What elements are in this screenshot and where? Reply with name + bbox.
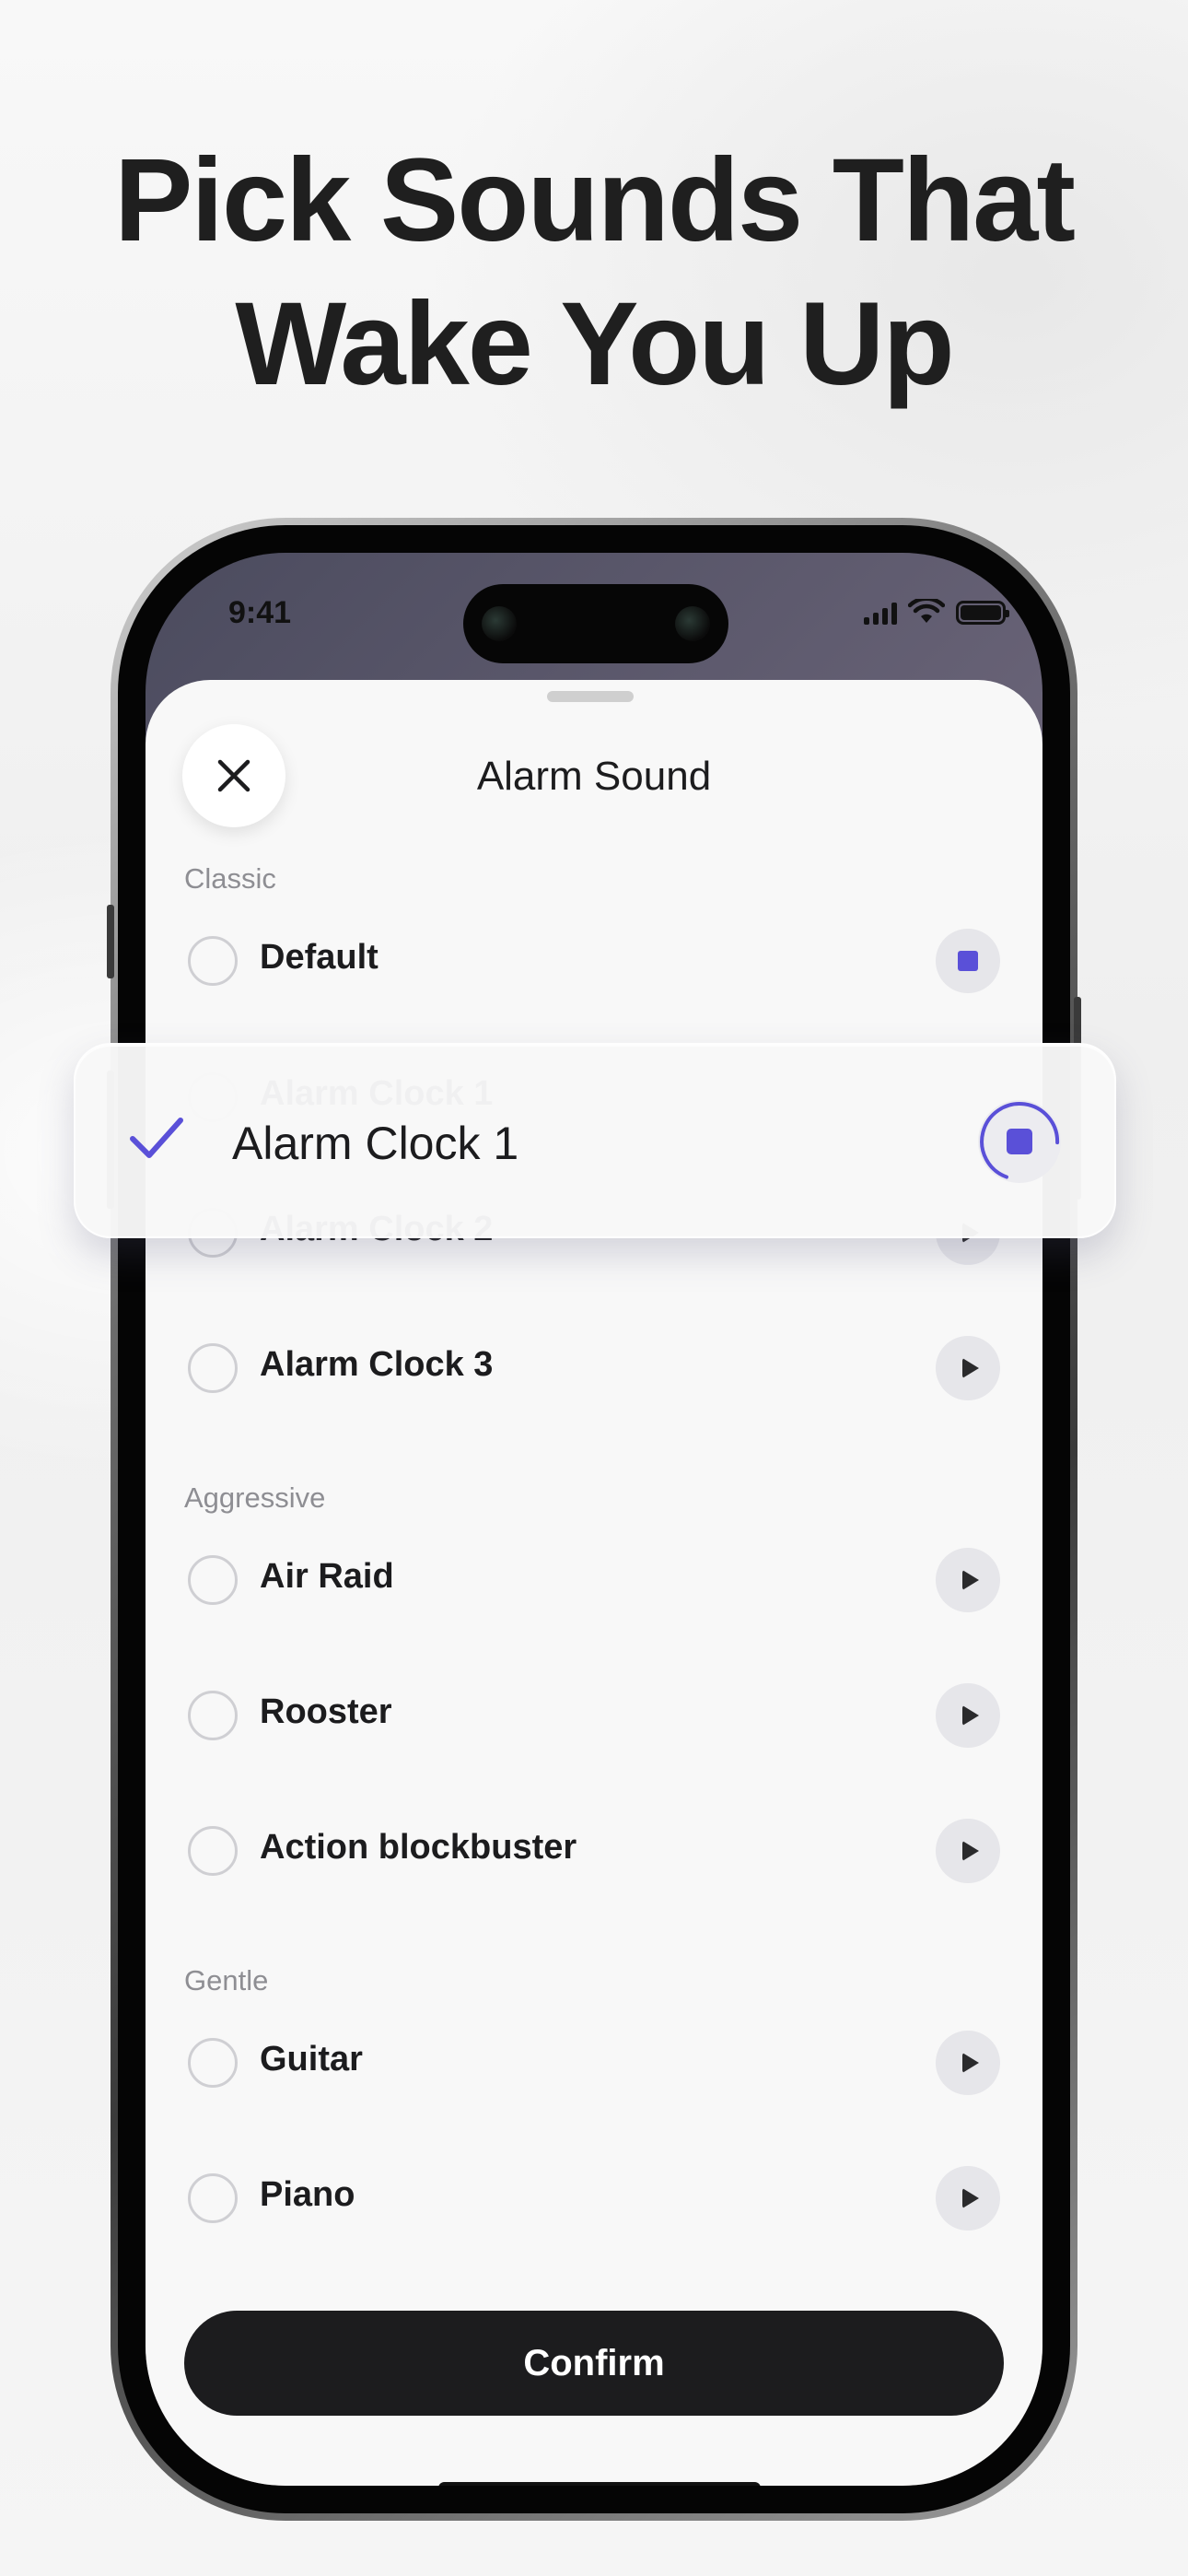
home-indicator[interactable]	[438, 2482, 761, 2486]
phone-bezel: 9:41 Alarm Sound Classic Default Alarm C…	[118, 525, 1070, 2513]
battery-icon	[956, 601, 1009, 625]
alarm-sound-sheet: Alarm Sound Classic Default Alarm Clock …	[146, 680, 1042, 2486]
cellular-signal-icon	[864, 603, 897, 625]
play-button[interactable]	[936, 2166, 1000, 2231]
sound-label: Action blockbuster	[260, 1828, 577, 1867]
camera-icon	[482, 606, 517, 641]
radio-button[interactable]	[188, 936, 238, 986]
confirm-button[interactable]: Confirm	[184, 2311, 1004, 2416]
headline-line-1: Pick Sounds That	[114, 135, 1076, 266]
play-icon	[961, 1841, 979, 1861]
sound-row-rooster[interactable]: Rooster	[146, 1665, 1042, 1766]
headline-line-2: Wake You Up	[235, 278, 954, 410]
radio-button[interactable]	[188, 1691, 238, 1740]
sound-label: Default	[260, 938, 379, 977]
radio-button[interactable]	[188, 1826, 238, 1876]
status-time: 9:41	[228, 595, 292, 630]
radio-button[interactable]	[188, 1555, 238, 1605]
radio-button[interactable]	[188, 1343, 238, 1393]
checkmark-icon	[130, 1118, 183, 1158]
phone-frame: 9:41 Alarm Sound Classic Default Alarm C…	[107, 518, 1081, 2521]
play-icon	[961, 1358, 979, 1378]
stop-icon	[1007, 1129, 1032, 1154]
wifi-icon	[908, 599, 945, 623]
stop-icon	[958, 951, 978, 971]
status-icons	[864, 599, 1009, 625]
sound-row-default[interactable]: Default	[146, 910, 1042, 1012]
play-icon	[961, 1705, 979, 1726]
sound-row-alarm-clock-3[interactable]: Alarm Clock 3	[146, 1317, 1042, 1419]
radio-button[interactable]	[188, 2038, 238, 2088]
sound-label: Alarm Clock 3	[260, 1345, 494, 1384]
selected-sound-card[interactable]: Alarm Clock 1	[74, 1043, 1116, 1238]
play-button[interactable]	[936, 1683, 1000, 1748]
sound-label: Air Raid	[260, 1557, 394, 1596]
play-icon	[961, 2188, 979, 2208]
section-label-aggressive: Aggressive	[184, 1481, 326, 1514]
action-button	[107, 905, 114, 978]
section-label-gentle: Gentle	[184, 1964, 269, 1996]
phone-screen: 9:41 Alarm Sound Classic Default Alarm C…	[146, 553, 1042, 2486]
stop-button[interactable]	[978, 1100, 1061, 1183]
promo-headline: Pick Sounds That Wake You Up	[0, 129, 1188, 416]
play-icon	[961, 1570, 979, 1590]
sound-label: Rooster	[260, 1692, 392, 1731]
play-button[interactable]	[936, 1548, 1000, 1612]
play-button[interactable]	[936, 1336, 1000, 1400]
sound-list: Classic Default Alarm Clock 1	[146, 680, 1042, 2255]
play-icon	[961, 2053, 979, 2073]
sound-label: Guitar	[260, 2040, 363, 2078]
sound-row-piano[interactable]: Piano	[146, 2148, 1042, 2249]
play-button[interactable]	[936, 2031, 1000, 2095]
section-label-classic: Classic	[184, 862, 276, 895]
sound-label: Piano	[260, 2175, 355, 2214]
stop-button[interactable]	[936, 929, 1000, 993]
dynamic-island	[463, 584, 728, 663]
sound-row-action-blockbuster[interactable]: Action blockbuster	[146, 1800, 1042, 1902]
radio-button[interactable]	[188, 2173, 238, 2223]
sound-row-guitar[interactable]: Guitar	[146, 2012, 1042, 2113]
sensor-icon	[675, 606, 710, 641]
play-button[interactable]	[936, 1819, 1000, 1883]
selected-sound-label: Alarm Clock 1	[232, 1118, 519, 1169]
sound-row-air-raid[interactable]: Air Raid	[146, 1529, 1042, 1631]
